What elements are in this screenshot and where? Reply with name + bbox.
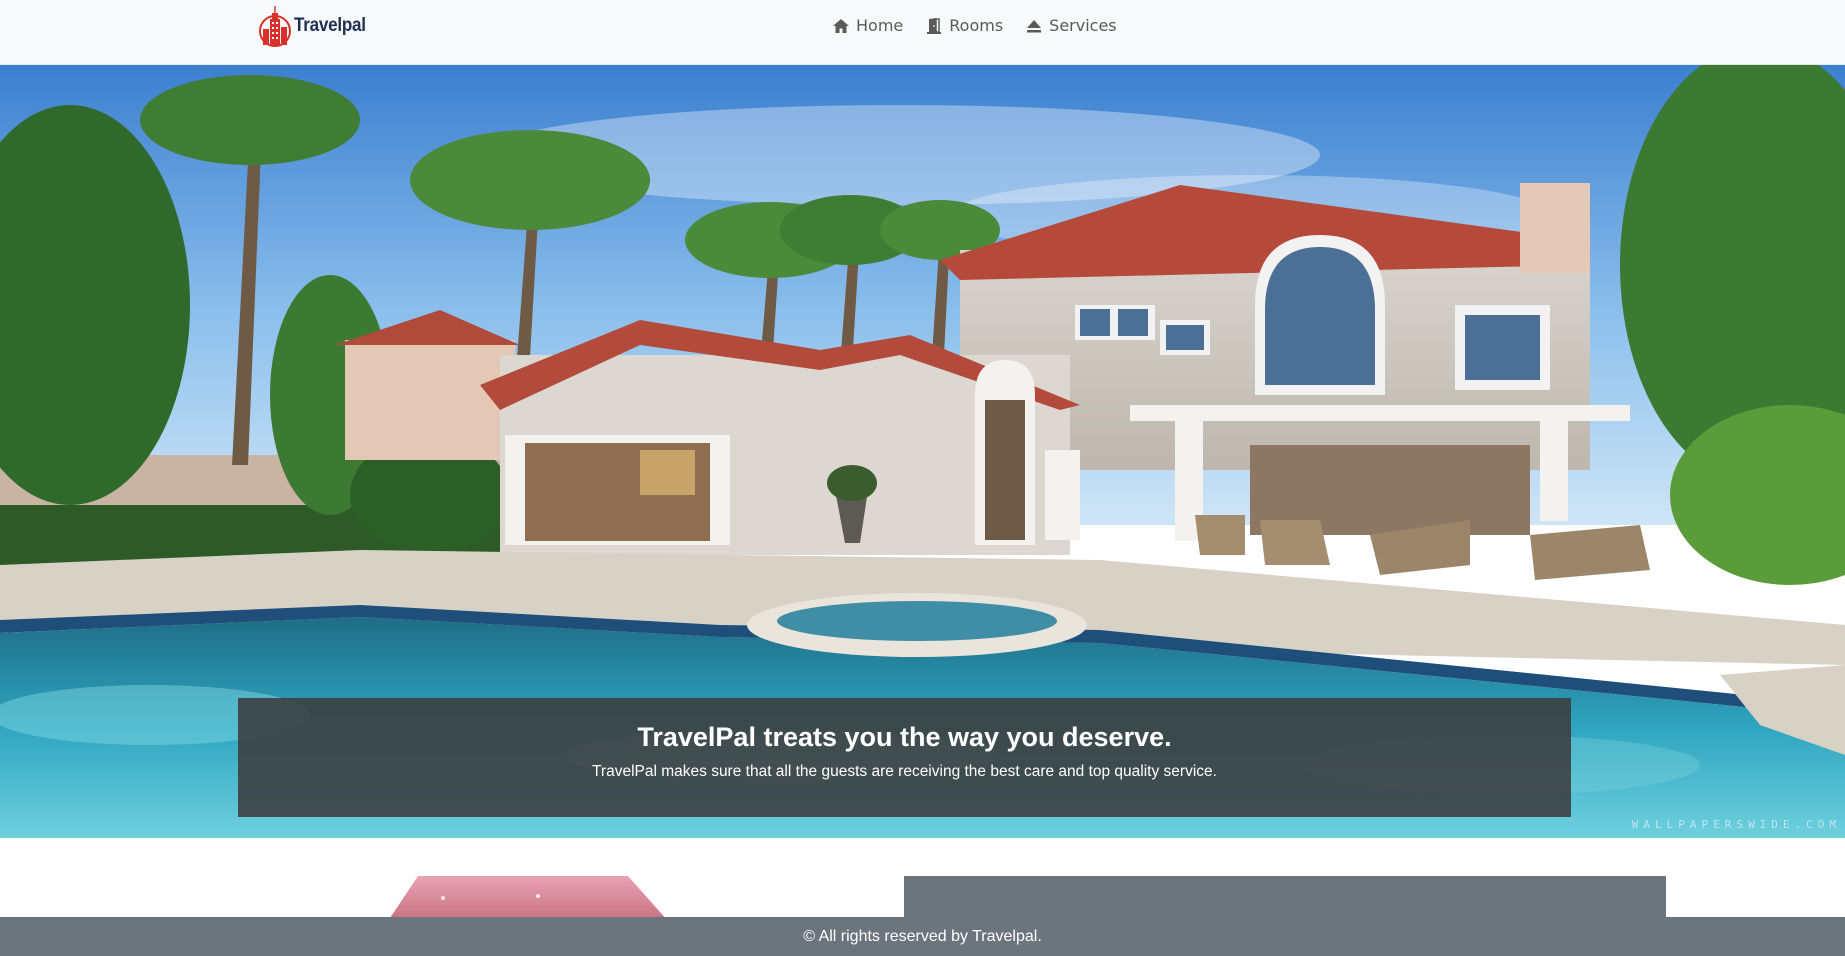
footer-text: © All rights reserved by Travelpal. xyxy=(803,928,1042,945)
hero-subtitle: TravelPal makes sure that all the guests… xyxy=(592,763,1217,780)
hero-carousel: TravelPal treats you the way you deserve… xyxy=(0,65,1845,838)
nav-rooms[interactable]: Rooms xyxy=(925,16,1003,35)
main-nav: Home Rooms Services xyxy=(832,16,1139,35)
door-icon xyxy=(927,17,942,34)
nav-services-label: Services xyxy=(1049,16,1117,35)
brand-name: Travelpal xyxy=(294,15,366,36)
nav-home[interactable]: Home xyxy=(832,16,903,35)
footer: © All rights reserved by Travelpal. xyxy=(0,917,1845,956)
watermark-text: WALLPAPERSWIDE.COM xyxy=(1631,818,1841,831)
nav-rooms-label: Rooms xyxy=(949,16,1004,35)
home-icon xyxy=(833,18,849,33)
skyscraper-logo-icon xyxy=(259,6,291,47)
nav-home-label: Home xyxy=(856,16,904,35)
navbar: Travelpal Home Rooms Services xyxy=(0,0,1845,65)
brand-link[interactable]: Travelpal xyxy=(258,5,374,47)
hero-caption: TravelPal treats you the way you deserve… xyxy=(238,698,1571,817)
nav-services[interactable]: Services xyxy=(1025,16,1117,35)
hero-title: TravelPal treats you the way you deserve… xyxy=(637,722,1172,752)
eject-icon xyxy=(1027,19,1042,32)
